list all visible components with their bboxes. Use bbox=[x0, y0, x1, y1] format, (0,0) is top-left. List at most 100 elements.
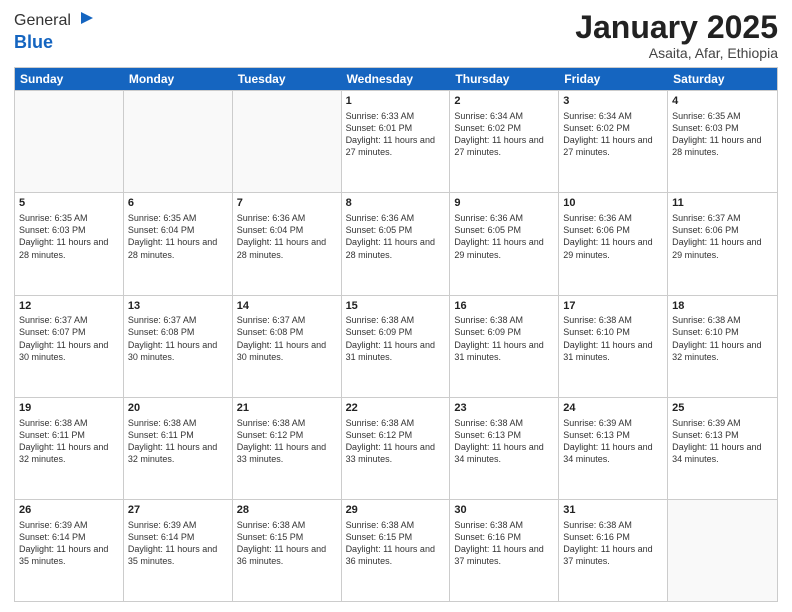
header-monday: Monday bbox=[124, 68, 233, 90]
day-info-1: Sunrise: 6:33 AMSunset: 6:01 PMDaylight:… bbox=[346, 110, 446, 159]
day-1: 1Sunrise: 6:33 AMSunset: 6:01 PMDaylight… bbox=[342, 91, 451, 192]
day-number-19: 19 bbox=[19, 401, 119, 416]
calendar-header: Sunday Monday Tuesday Wednesday Thursday… bbox=[15, 68, 777, 90]
day-7: 7Sunrise: 6:36 AMSunset: 6:04 PMDaylight… bbox=[233, 193, 342, 294]
day-number-26: 26 bbox=[19, 503, 119, 518]
day-number-3: 3 bbox=[563, 94, 663, 109]
day-info-15: Sunrise: 6:38 AMSunset: 6:09 PMDaylight:… bbox=[346, 314, 446, 363]
header-sunday: Sunday bbox=[15, 68, 124, 90]
day-number-1: 1 bbox=[346, 94, 446, 109]
logo: General Blue bbox=[14, 10, 95, 53]
header: General Blue January 2025 Asaita, Afar, … bbox=[14, 10, 778, 61]
day-info-31: Sunrise: 6:38 AMSunset: 6:16 PMDaylight:… bbox=[563, 519, 663, 568]
day-number-7: 7 bbox=[237, 196, 337, 211]
header-saturday: Saturday bbox=[668, 68, 777, 90]
day-number-20: 20 bbox=[128, 401, 228, 416]
day-info-17: Sunrise: 6:38 AMSunset: 6:10 PMDaylight:… bbox=[563, 314, 663, 363]
day-info-23: Sunrise: 6:38 AMSunset: 6:13 PMDaylight:… bbox=[454, 417, 554, 466]
day-info-29: Sunrise: 6:38 AMSunset: 6:15 PMDaylight:… bbox=[346, 519, 446, 568]
day-number-16: 16 bbox=[454, 299, 554, 314]
day-info-20: Sunrise: 6:38 AMSunset: 6:11 PMDaylight:… bbox=[128, 417, 228, 466]
day-number-24: 24 bbox=[563, 401, 663, 416]
day-12: 12Sunrise: 6:37 AMSunset: 6:07 PMDayligh… bbox=[15, 296, 124, 397]
day-13: 13Sunrise: 6:37 AMSunset: 6:08 PMDayligh… bbox=[124, 296, 233, 397]
day-number-10: 10 bbox=[563, 196, 663, 211]
day-info-4: Sunrise: 6:35 AMSunset: 6:03 PMDaylight:… bbox=[672, 110, 773, 159]
day-info-12: Sunrise: 6:37 AMSunset: 6:07 PMDaylight:… bbox=[19, 314, 119, 363]
day-info-22: Sunrise: 6:38 AMSunset: 6:12 PMDaylight:… bbox=[346, 417, 446, 466]
day-30: 30Sunrise: 6:38 AMSunset: 6:16 PMDayligh… bbox=[450, 500, 559, 601]
day-2: 2Sunrise: 6:34 AMSunset: 6:02 PMDaylight… bbox=[450, 91, 559, 192]
day-info-9: Sunrise: 6:36 AMSunset: 6:05 PMDaylight:… bbox=[454, 212, 554, 261]
day-info-5: Sunrise: 6:35 AMSunset: 6:03 PMDaylight:… bbox=[19, 212, 119, 261]
day-info-30: Sunrise: 6:38 AMSunset: 6:16 PMDaylight:… bbox=[454, 519, 554, 568]
day-3: 3Sunrise: 6:34 AMSunset: 6:02 PMDaylight… bbox=[559, 91, 668, 192]
day-number-18: 18 bbox=[672, 299, 773, 314]
week-row-5: 26Sunrise: 6:39 AMSunset: 6:14 PMDayligh… bbox=[15, 499, 777, 601]
day-info-24: Sunrise: 6:39 AMSunset: 6:13 PMDaylight:… bbox=[563, 417, 663, 466]
day-28: 28Sunrise: 6:38 AMSunset: 6:15 PMDayligh… bbox=[233, 500, 342, 601]
day-11: 11Sunrise: 6:37 AMSunset: 6:06 PMDayligh… bbox=[668, 193, 777, 294]
day-26: 26Sunrise: 6:39 AMSunset: 6:14 PMDayligh… bbox=[15, 500, 124, 601]
day-info-18: Sunrise: 6:38 AMSunset: 6:10 PMDaylight:… bbox=[672, 314, 773, 363]
day-number-29: 29 bbox=[346, 503, 446, 518]
day-18: 18Sunrise: 6:38 AMSunset: 6:10 PMDayligh… bbox=[668, 296, 777, 397]
day-6: 6Sunrise: 6:35 AMSunset: 6:04 PMDaylight… bbox=[124, 193, 233, 294]
day-number-25: 25 bbox=[672, 401, 773, 416]
day-info-10: Sunrise: 6:36 AMSunset: 6:06 PMDaylight:… bbox=[563, 212, 663, 261]
week-row-4: 19Sunrise: 6:38 AMSunset: 6:11 PMDayligh… bbox=[15, 397, 777, 499]
header-friday: Friday bbox=[559, 68, 668, 90]
day-info-21: Sunrise: 6:38 AMSunset: 6:12 PMDaylight:… bbox=[237, 417, 337, 466]
week-row-3: 12Sunrise: 6:37 AMSunset: 6:07 PMDayligh… bbox=[15, 295, 777, 397]
day-number-14: 14 bbox=[237, 299, 337, 314]
header-tuesday: Tuesday bbox=[233, 68, 342, 90]
day-22: 22Sunrise: 6:38 AMSunset: 6:12 PMDayligh… bbox=[342, 398, 451, 499]
header-thursday: Thursday bbox=[450, 68, 559, 90]
day-17: 17Sunrise: 6:38 AMSunset: 6:10 PMDayligh… bbox=[559, 296, 668, 397]
title-block: January 2025 Asaita, Afar, Ethiopia bbox=[575, 10, 778, 61]
day-info-6: Sunrise: 6:35 AMSunset: 6:04 PMDaylight:… bbox=[128, 212, 228, 261]
day-number-13: 13 bbox=[128, 299, 228, 314]
day-info-28: Sunrise: 6:38 AMSunset: 6:15 PMDaylight:… bbox=[237, 519, 337, 568]
week-row-2: 5Sunrise: 6:35 AMSunset: 6:03 PMDaylight… bbox=[15, 192, 777, 294]
empty-cell-0-1 bbox=[124, 91, 233, 192]
day-number-30: 30 bbox=[454, 503, 554, 518]
day-number-23: 23 bbox=[454, 401, 554, 416]
day-info-3: Sunrise: 6:34 AMSunset: 6:02 PMDaylight:… bbox=[563, 110, 663, 159]
page: General Blue January 2025 Asaita, Afar, … bbox=[0, 0, 792, 612]
day-25: 25Sunrise: 6:39 AMSunset: 6:13 PMDayligh… bbox=[668, 398, 777, 499]
empty-cell-0-0 bbox=[15, 91, 124, 192]
day-19: 19Sunrise: 6:38 AMSunset: 6:11 PMDayligh… bbox=[15, 398, 124, 499]
day-number-21: 21 bbox=[237, 401, 337, 416]
day-9: 9Sunrise: 6:36 AMSunset: 6:05 PMDaylight… bbox=[450, 193, 559, 294]
day-number-4: 4 bbox=[672, 94, 773, 109]
day-info-11: Sunrise: 6:37 AMSunset: 6:06 PMDaylight:… bbox=[672, 212, 773, 261]
empty-cell-4-6 bbox=[668, 500, 777, 601]
day-10: 10Sunrise: 6:36 AMSunset: 6:06 PMDayligh… bbox=[559, 193, 668, 294]
day-number-28: 28 bbox=[237, 503, 337, 518]
day-8: 8Sunrise: 6:36 AMSunset: 6:05 PMDaylight… bbox=[342, 193, 451, 294]
day-info-26: Sunrise: 6:39 AMSunset: 6:14 PMDaylight:… bbox=[19, 519, 119, 568]
location: Asaita, Afar, Ethiopia bbox=[575, 45, 778, 61]
day-info-19: Sunrise: 6:38 AMSunset: 6:11 PMDaylight:… bbox=[19, 417, 119, 466]
day-number-27: 27 bbox=[128, 503, 228, 518]
day-info-8: Sunrise: 6:36 AMSunset: 6:05 PMDaylight:… bbox=[346, 212, 446, 261]
day-info-13: Sunrise: 6:37 AMSunset: 6:08 PMDaylight:… bbox=[128, 314, 228, 363]
calendar-body: 1Sunrise: 6:33 AMSunset: 6:01 PMDaylight… bbox=[15, 90, 777, 601]
day-number-22: 22 bbox=[346, 401, 446, 416]
logo-general-text: General bbox=[14, 12, 71, 30]
calendar: Sunday Monday Tuesday Wednesday Thursday… bbox=[14, 67, 778, 602]
day-4: 4Sunrise: 6:35 AMSunset: 6:03 PMDaylight… bbox=[668, 91, 777, 192]
day-number-11: 11 bbox=[672, 196, 773, 211]
week-row-1: 1Sunrise: 6:33 AMSunset: 6:01 PMDaylight… bbox=[15, 90, 777, 192]
day-info-7: Sunrise: 6:36 AMSunset: 6:04 PMDaylight:… bbox=[237, 212, 337, 261]
day-info-27: Sunrise: 6:39 AMSunset: 6:14 PMDaylight:… bbox=[128, 519, 228, 568]
day-16: 16Sunrise: 6:38 AMSunset: 6:09 PMDayligh… bbox=[450, 296, 559, 397]
day-15: 15Sunrise: 6:38 AMSunset: 6:09 PMDayligh… bbox=[342, 296, 451, 397]
day-number-12: 12 bbox=[19, 299, 119, 314]
day-24: 24Sunrise: 6:39 AMSunset: 6:13 PMDayligh… bbox=[559, 398, 668, 499]
day-number-17: 17 bbox=[563, 299, 663, 314]
day-27: 27Sunrise: 6:39 AMSunset: 6:14 PMDayligh… bbox=[124, 500, 233, 601]
day-info-2: Sunrise: 6:34 AMSunset: 6:02 PMDaylight:… bbox=[454, 110, 554, 159]
day-29: 29Sunrise: 6:38 AMSunset: 6:15 PMDayligh… bbox=[342, 500, 451, 601]
